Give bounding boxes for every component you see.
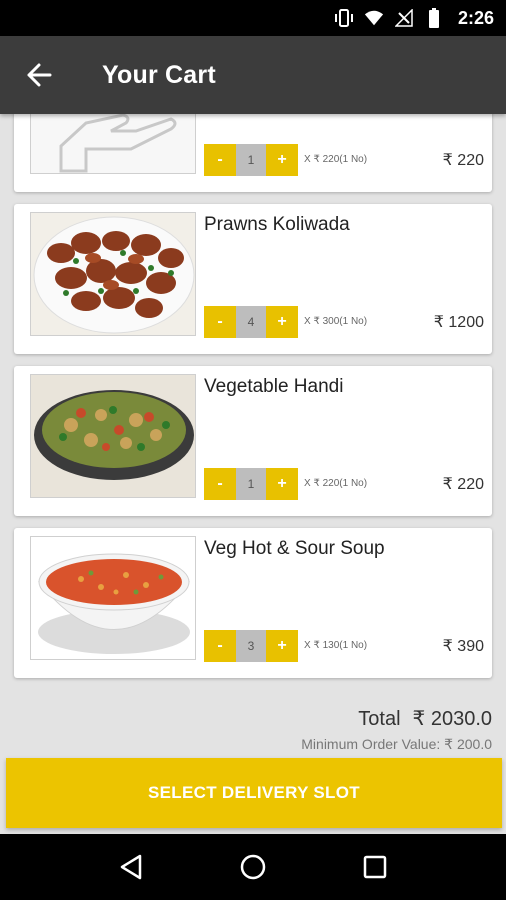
total-value: ₹ 2030.0: [412, 708, 492, 730]
increase-quantity-button[interactable]: +: [266, 306, 298, 338]
line-total: ₹ 390: [442, 638, 484, 655]
nav-recents-button[interactable]: [355, 847, 395, 887]
cart-item-card: Vegetable Handi - 1 + X ₹ 220(1 No) ₹ 22…: [14, 366, 492, 516]
status-time: 2:26: [457, 7, 494, 28]
line-total: ₹ 220: [442, 152, 484, 169]
cart-item-card: Prawns Koliwada - 4 + X ₹ 300(1 No) ₹ 12…: [14, 204, 492, 354]
select-delivery-slot-button[interactable]: SELECT DELIVERY SLOT: [6, 758, 502, 828]
minimum-order-value: Minimum Order Value: ₹ 200.0: [301, 736, 492, 752]
nav-back-button[interactable]: [111, 847, 151, 887]
quantity-value: 3: [236, 630, 266, 662]
decrease-quantity-button[interactable]: -: [204, 630, 236, 662]
item-image-soup: [30, 536, 196, 660]
select-delivery-slot-label: SELECT DELIVERY SLOT: [148, 783, 360, 802]
circle-home-icon: [240, 854, 266, 880]
cart-item-card: Veg Hot & Sour Soup - 3 + X ₹ 130(1 No) …: [14, 528, 492, 678]
arrow-left-icon: [27, 63, 52, 87]
cart-list[interactable]: - 1 + X ₹ 220(1 No) ₹ 220 Prawns Koliwad…: [0, 114, 506, 684]
order-summary: Total ₹ 2030.0 Minimum Order Value: ₹ 200…: [0, 700, 506, 758]
decrease-quantity-button[interactable]: -: [204, 144, 236, 176]
app-bar: Your Cart: [0, 36, 506, 114]
no-signal-icon: [394, 8, 414, 28]
line-total: ₹ 1200: [433, 314, 484, 331]
increase-quantity-button[interactable]: +: [266, 144, 298, 176]
quantity-stepper: - 1 +: [204, 144, 298, 176]
quantity-stepper: - 4 +: [204, 306, 298, 338]
unit-price: X ₹ 300(1 No): [304, 316, 368, 327]
system-nav-bar: [0, 834, 506, 900]
quantity-value: 1: [236, 468, 266, 500]
quantity-value: 1: [236, 144, 266, 176]
triangle-back-icon: [120, 854, 142, 880]
unit-price: X ₹ 220(1 No): [304, 478, 368, 489]
cart-screen: 2:26 Your Cart - 1 + X ₹ 220(1 No) ₹ 220: [0, 0, 506, 900]
page-title: Your Cart: [102, 60, 216, 89]
quantity-value: 4: [236, 306, 266, 338]
status-bar: 2:26: [0, 0, 506, 36]
increase-quantity-button[interactable]: +: [266, 630, 298, 662]
item-image-vegetable-handi: [30, 374, 196, 498]
hand-placeholder-icon: [59, 114, 177, 173]
item-name: Prawns Koliwada: [204, 214, 350, 235]
battery-icon: [424, 8, 444, 28]
total-line: Total ₹ 2030.0: [346, 706, 492, 731]
line-total: ₹ 220: [442, 476, 484, 493]
quantity-stepper: - 3 +: [204, 630, 298, 662]
square-recents-icon: [363, 855, 387, 879]
unit-price: X ₹ 220(1 No): [304, 154, 368, 165]
decrease-quantity-button[interactable]: -: [204, 306, 236, 338]
vibrate-icon: [334, 8, 354, 28]
quantity-stepper: - 1 +: [204, 468, 298, 500]
decrease-quantity-button[interactable]: -: [204, 468, 236, 500]
item-thumbnail-placeholder: [30, 114, 196, 174]
total-label: Total: [358, 708, 401, 730]
back-button[interactable]: [14, 50, 64, 100]
nav-home-button[interactable]: [233, 847, 273, 887]
wifi-icon: [364, 8, 384, 28]
increase-quantity-button[interactable]: +: [266, 468, 298, 500]
unit-price: X ₹ 130(1 No): [304, 640, 368, 651]
item-name: Vegetable Handi: [204, 376, 344, 397]
item-image-prawns: [30, 212, 196, 336]
cart-item-card: - 1 + X ₹ 220(1 No) ₹ 220: [14, 114, 492, 192]
item-name: Veg Hot & Sour Soup: [204, 538, 385, 559]
